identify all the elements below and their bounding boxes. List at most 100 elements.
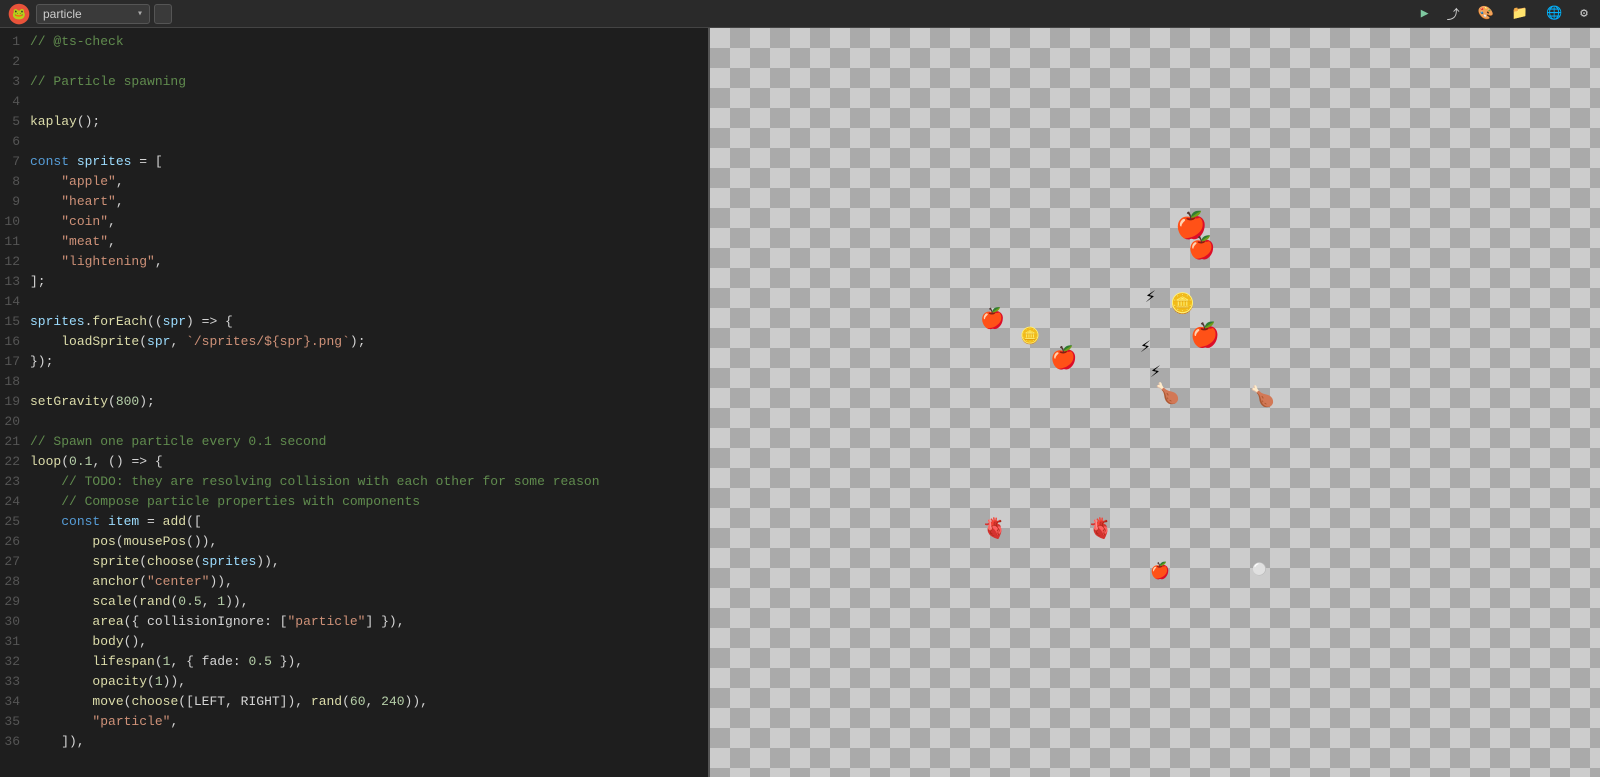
line-number: 14: [0, 292, 30, 312]
line-number: 31: [0, 632, 30, 652]
code-line: 13];: [0, 272, 708, 292]
code-line: 31 body(),: [0, 632, 708, 652]
code-editor[interactable]: 1// @ts-check23// Particle spawning45kap…: [0, 28, 710, 777]
game-canvas[interactable]: 🍎🪙🍎⚡🫀🫀🍎🍎🪙🍎⚡⚡🍗🍗🍎⚪: [710, 28, 1600, 777]
line-content: // Particle spawning: [30, 72, 708, 92]
browse-all-button[interactable]: [154, 4, 172, 24]
line-content: kaplay();: [30, 112, 708, 132]
kaplay-logo: 🐸: [8, 3, 30, 25]
code-line: 32 lifespan(1, { fade: 0.5 }),: [0, 652, 708, 672]
particle: 🫀: [1088, 518, 1113, 538]
search-input[interactable]: [43, 7, 133, 21]
particle: ⚡: [1140, 338, 1151, 356]
line-number: 21: [0, 432, 30, 452]
code-line: 2: [0, 52, 708, 72]
particle: ⚪: [1252, 563, 1267, 575]
code-line: 9 "heart",: [0, 192, 708, 212]
code-line: 16 loadSprite(spr, `/sprites/${spr}.png`…: [0, 332, 708, 352]
project-button[interactable]: 📁: [1512, 6, 1532, 21]
line-number: 13: [0, 272, 30, 292]
line-number: 7: [0, 152, 30, 172]
code-line: 11 "meat",: [0, 232, 708, 252]
particle: 🫀: [982, 518, 1007, 538]
main-area: 1// @ts-check23// Particle spawning45kap…: [0, 28, 1600, 777]
line-number: 16: [0, 332, 30, 352]
config-button[interactable]: ⚙: [1580, 6, 1592, 21]
code-line: 30 area({ collisionIgnore: ["particle"] …: [0, 612, 708, 632]
code-line: 35 "particle",: [0, 712, 708, 732]
line-number: 17: [0, 352, 30, 372]
line-number: 19: [0, 392, 30, 412]
topbar-left: 🐸 ▾: [8, 3, 172, 25]
line-number: 22: [0, 452, 30, 472]
line-number: 6: [0, 132, 30, 152]
particle: 🍎: [1190, 323, 1220, 347]
line-number: 8: [0, 172, 30, 192]
line-number: 29: [0, 592, 30, 612]
particle: 🪙: [1170, 293, 1195, 313]
code-line: 33 opacity(1)),: [0, 672, 708, 692]
line-number: 25: [0, 512, 30, 532]
run-icon: ▶: [1421, 6, 1429, 21]
theme-button[interactable]: 🎨: [1478, 6, 1498, 21]
line-number: 9: [0, 192, 30, 212]
theme-icon: 🎨: [1478, 6, 1494, 21]
line-number: 27: [0, 552, 30, 572]
code-line: 18: [0, 372, 708, 392]
line-number: 32: [0, 652, 30, 672]
particle: 🍎: [1188, 238, 1215, 260]
code-line: 12 "lightening",: [0, 252, 708, 272]
run-button[interactable]: ▶: [1421, 6, 1433, 21]
line-number: 23: [0, 472, 30, 492]
project-icon: 📁: [1512, 6, 1528, 21]
line-content: sprites.forEach((spr) => {: [30, 312, 708, 332]
share-button[interactable]: ⤴: [1447, 4, 1464, 23]
topbar: 🐸 ▾ ▶ ⤴ 🎨 📁 🌐: [0, 0, 1600, 28]
line-number: 18: [0, 372, 30, 392]
config-icon: ⚙: [1580, 6, 1588, 21]
line-number: 1: [0, 32, 30, 52]
line-number: 28: [0, 572, 30, 592]
line-content: "apple",: [30, 172, 708, 192]
code-line: 28 anchor("center")),: [0, 572, 708, 592]
line-content: sprite(choose(sprites)),: [30, 552, 708, 572]
code-line: 25 const item = add([: [0, 512, 708, 532]
line-content: });: [30, 352, 708, 372]
code-line: 7const sprites = [: [0, 152, 708, 172]
about-button[interactable]: 🌐: [1546, 6, 1566, 21]
code-line: 15sprites.forEach((spr) => {: [0, 312, 708, 332]
line-content: loadSprite(spr, `/sprites/${spr}.png`);: [30, 332, 708, 352]
line-content: ];: [30, 272, 708, 292]
line-content: move(choose([LEFT, RIGHT]), rand(60, 240…: [30, 692, 708, 712]
line-number: 26: [0, 532, 30, 552]
code-line: 29 scale(rand(0.5, 1)),: [0, 592, 708, 612]
line-number: 11: [0, 232, 30, 252]
code-line: 17});: [0, 352, 708, 372]
line-content: body(),: [30, 632, 708, 652]
particle: 🍗: [1250, 386, 1275, 406]
particle: 🍎: [1150, 563, 1170, 579]
line-number: 10: [0, 212, 30, 232]
chevron-down-icon[interactable]: ▾: [133, 8, 143, 19]
line-content: pos(mousePos()),: [30, 532, 708, 552]
code-line: 5kaplay();: [0, 112, 708, 132]
line-number: 12: [0, 252, 30, 272]
code-line: 14: [0, 292, 708, 312]
line-content: "coin",: [30, 212, 708, 232]
line-number: 34: [0, 692, 30, 712]
line-content: opacity(1)),: [30, 672, 708, 692]
code-line: 19setGravity(800);: [0, 392, 708, 412]
line-content: area({ collisionIgnore: ["particle"] }),: [30, 612, 708, 632]
particle: 🍎: [1050, 348, 1077, 370]
search-input-wrapper[interactable]: ▾: [36, 4, 150, 24]
line-number: 36: [0, 732, 30, 752]
line-content: lifespan(1, { fade: 0.5 }),: [30, 652, 708, 672]
code-line: 23 // TODO: they are resolving collision…: [0, 472, 708, 492]
line-content: "particle",: [30, 712, 708, 732]
code-line: 26 pos(mousePos()),: [0, 532, 708, 552]
particle: ⚡: [1145, 288, 1156, 306]
code-line: 10 "coin",: [0, 212, 708, 232]
share-icon: ⤴: [1447, 4, 1460, 23]
line-content: anchor("center")),: [30, 572, 708, 592]
line-number: 3: [0, 72, 30, 92]
